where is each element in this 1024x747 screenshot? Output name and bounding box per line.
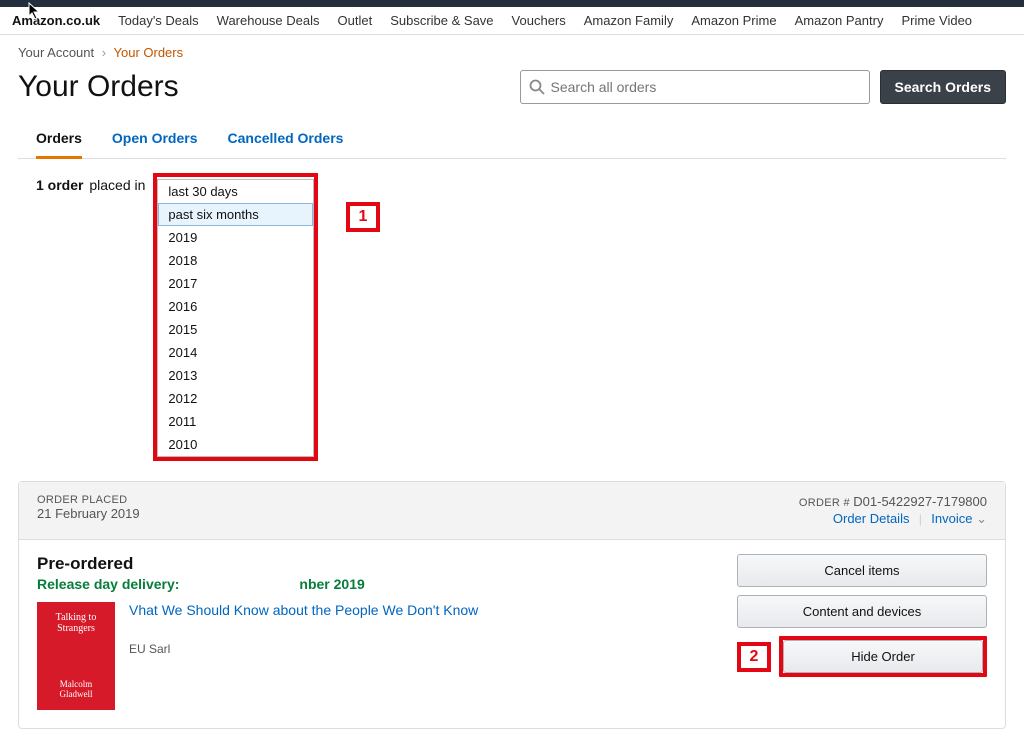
page-title: Your Orders [18,70,179,104]
annotation-callout-2: 2 [737,642,771,672]
subnav-link[interactable]: Today's Deals [118,13,199,28]
content-and-devices-button[interactable]: Content and devices [737,595,987,628]
order-header: ORDER PLACED 21 February 2019 ORDER # D0… [19,482,1005,540]
annotation-callout-1: 1 [346,202,380,232]
dd-option[interactable]: 2018 [158,249,313,272]
site-name[interactable]: Amazon.co.uk [12,13,100,28]
order-card: ORDER PLACED 21 February 2019 ORDER # D0… [18,481,1006,729]
subnav-link[interactable]: Amazon Family [584,13,674,28]
order-tabs: Orders Open Orders Cancelled Orders [18,122,1006,159]
product-thumbnail[interactable]: Talking to Strangers Malcolm Gladwell [37,602,115,710]
dd-option-selected[interactable]: past six months [158,203,313,226]
invoice-link[interactable]: Invoice ⌄ [931,511,987,526]
hide-order-button[interactable]: Hide Order [783,640,983,673]
dd-option[interactable]: 2012 [158,387,313,410]
dd-option[interactable]: 2011 [158,410,313,433]
search-input[interactable] [551,79,861,95]
dd-option[interactable]: last 30 days [158,180,313,203]
subnav-link[interactable]: Outlet [338,13,373,28]
placed-in-text: placed in [89,177,145,193]
tab-cancelled-orders[interactable]: Cancelled Orders [228,122,344,158]
order-placed-label: ORDER PLACED [37,494,140,506]
subnav-link[interactable]: Warehouse Deals [217,13,320,28]
dd-option[interactable]: 2019 [158,226,313,249]
order-placed-value: 21 February 2019 [37,506,140,521]
tab-orders[interactable]: Orders [36,122,82,159]
book-title-on-cover: Talking to Strangers [43,612,109,634]
dd-option[interactable]: 2015 [158,318,313,341]
chevron-down-icon: ⌄ [976,511,987,526]
annotation-highlight-hide-order: Hide Order [779,636,987,677]
dd-option[interactable]: 2016 [158,295,313,318]
order-number-value: D01-5422927-7179800 [853,494,987,509]
top-dark-bar [0,0,1024,7]
dd-option[interactable]: 2014 [158,341,313,364]
subnav-link[interactable]: Vouchers [512,13,566,28]
subnav-link[interactable]: Subscribe & Save [390,13,493,28]
search-box[interactable] [520,70,870,104]
subnav-link[interactable]: Amazon Pantry [795,13,884,28]
filter-row: 1 order placed in last 30 days past six … [18,159,1006,475]
timeframe-dropdown[interactable]: last 30 days past six months 2019 2018 2… [153,173,318,461]
search-orders-button[interactable]: Search Orders [880,70,1007,104]
order-number-label: ORDER # [799,497,850,509]
order-count: 1 order [36,177,83,193]
subnav-link[interactable]: Prime Video [901,13,972,28]
search-icon [529,79,545,95]
dd-option[interactable]: 2010 [158,433,313,456]
breadcrumb-current: Your Orders [114,45,184,60]
order-details-link[interactable]: Order Details [833,511,910,526]
dd-option[interactable]: 2017 [158,272,313,295]
book-author-on-cover: Malcolm Gladwell [43,680,109,700]
subnav-link[interactable]: Amazon Prime [691,13,776,28]
preordered-heading: Pre-ordered [37,554,719,574]
breadcrumb: Your Account › Your Orders [0,35,1024,62]
dd-option[interactable]: 2013 [158,364,313,387]
subnav: Amazon.co.uk Today's Deals Warehouse Dea… [0,7,1024,35]
breadcrumb-sep: › [102,45,106,60]
cancel-items-button[interactable]: Cancel items [737,554,987,587]
breadcrumb-account[interactable]: Your Account [18,45,94,60]
product-title-link[interactable]: Vhat We Should Know about the People We … [129,602,478,618]
tab-open-orders[interactable]: Open Orders [112,122,198,158]
delivery-prefix: Release day delivery: [37,576,179,592]
delivery-date: nber 2019 [299,576,364,592]
sold-by: EU Sarl [129,642,478,656]
